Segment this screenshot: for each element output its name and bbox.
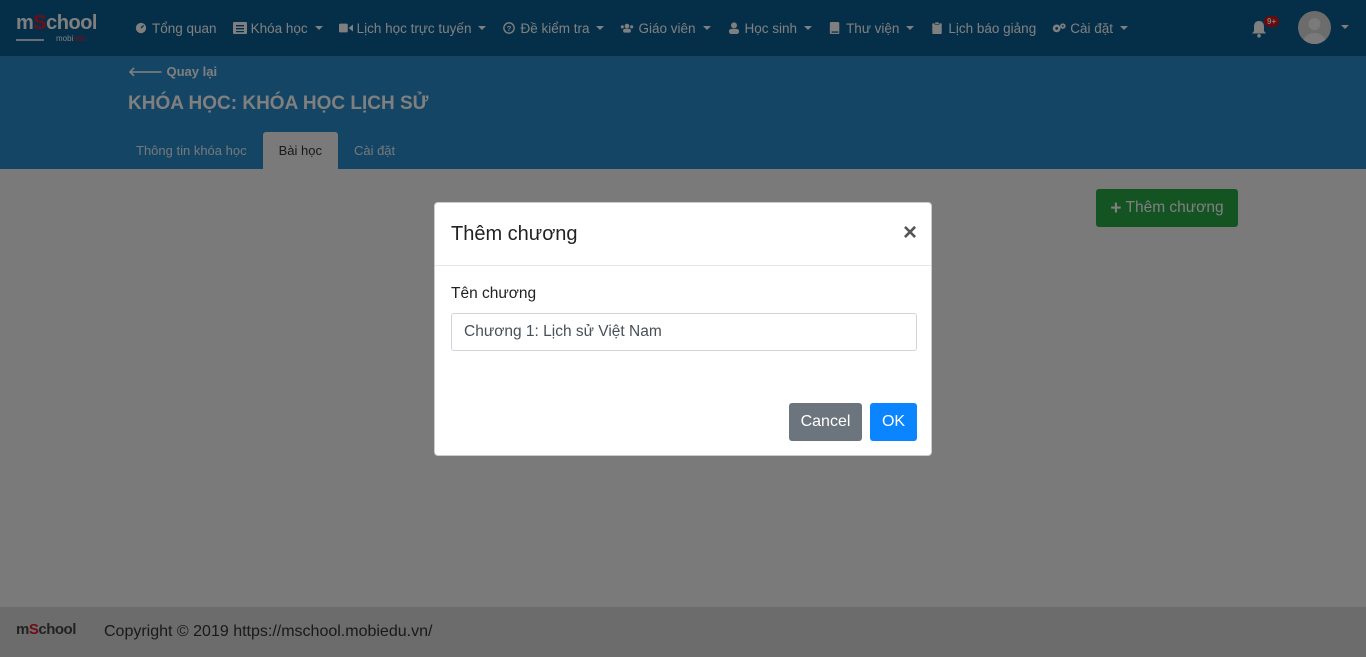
cancel-button[interactable]: Cancel [789,403,862,441]
modal-header: Thêm chương × [435,203,931,266]
ok-button[interactable]: OK [870,403,917,441]
modal-title: Thêm chương [451,223,578,245]
chapter-name-input[interactable] [451,313,917,351]
add-chapter-modal: Thêm chương × Tên chương Cancel OK [434,202,932,456]
chapter-name-label: Tên chương [451,285,537,302]
close-icon[interactable]: × [903,219,917,247]
